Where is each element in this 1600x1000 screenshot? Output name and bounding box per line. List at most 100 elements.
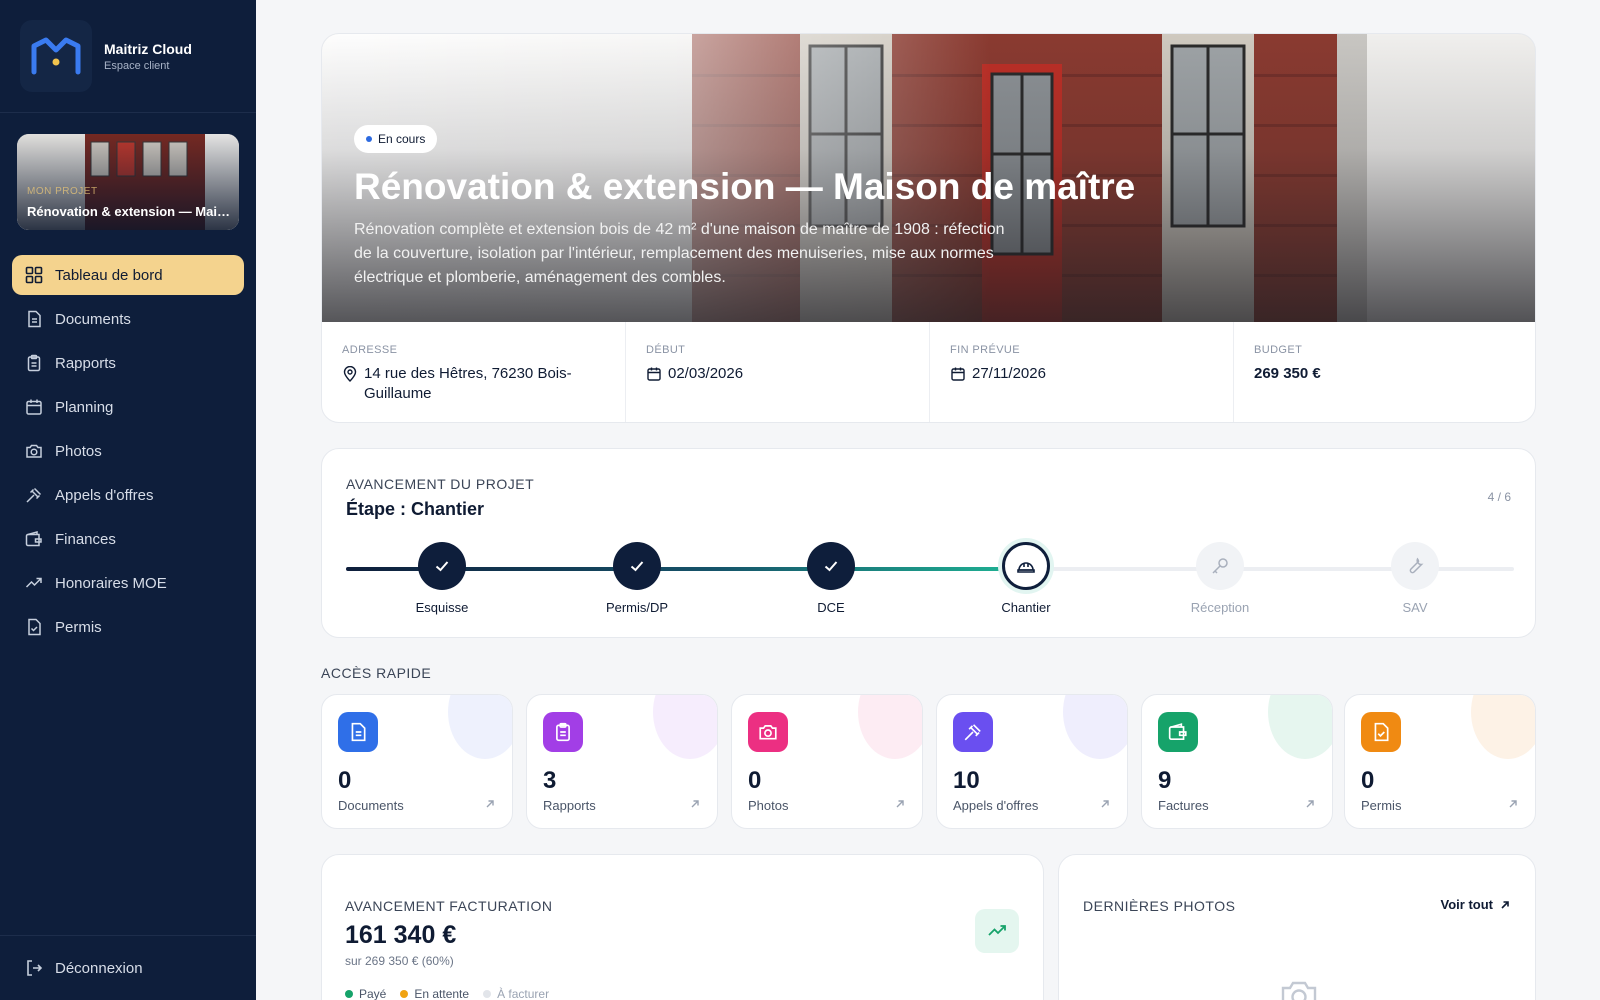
logout-button[interactable]: Déconnexion (0, 935, 256, 1000)
clipboard-icon (556, 722, 570, 742)
wallet-icon (25, 531, 42, 547)
start-label: DÉBUT (646, 344, 686, 356)
step-reception[interactable]: Réception (1191, 542, 1249, 615)
quick-card-count: 9 (1158, 767, 1172, 794)
end-label: FIN PRÉVUE (950, 344, 1021, 356)
logo-icon (20, 20, 92, 92)
arrow-up-right-icon (691, 800, 699, 808)
billing-progress: AVANCEMENT FACTURATION 161 340 € sur 269… (321, 854, 1044, 1000)
quick-card-documents[interactable]: 0 Documents (321, 694, 513, 829)
sidebar-item-label: Tableau de bord (55, 266, 163, 284)
sidebar-item-label: Finances (55, 530, 116, 548)
sidebar-item-planning[interactable]: Planning (12, 387, 244, 427)
brand: Maitriz Cloud Espace client (0, 0, 256, 113)
quick-card-label: Appels d'offres (953, 798, 1039, 813)
step-sav[interactable]: SAV (1390, 542, 1440, 615)
legend-item-to-invoice: À facturer (483, 987, 549, 1000)
quick-card-label: Factures (1158, 798, 1209, 813)
budget-label: BUDGET (1254, 344, 1303, 356)
photos-label: DERNIÈRES PHOTOS (1083, 898, 1236, 914)
dashboard-icon (25, 266, 43, 284)
quick-card-permis[interactable]: 0 Permis (1344, 694, 1536, 829)
step-name: DCE (817, 600, 845, 615)
quick-card-appels-offres[interactable]: 10 Appels d'offres (936, 694, 1128, 829)
billing-label: AVANCEMENT FACTURATION (345, 898, 553, 914)
legend-item-pending: En attente (400, 987, 469, 1000)
quick-card-label: Rapports (543, 798, 596, 813)
logout-icon (27, 960, 43, 976)
quick-card-label: Photos (748, 798, 789, 813)
quick-card-label: Documents (338, 798, 404, 813)
arrow-up-right-icon (1501, 900, 1509, 909)
quick-access-title: ACCÈS RAPIDE (321, 665, 432, 681)
project-progress: AVANCEMENT DU PROJET Étape : Chantier 4 … (321, 448, 1536, 638)
brand-name: Maitriz Cloud (104, 40, 192, 57)
progress-count: 4 / 6 (1487, 490, 1511, 504)
legend-item-paid: Payé (345, 987, 386, 1000)
project-card-label: MON PROJET (27, 186, 98, 197)
sidebar-item-permis[interactable]: Permis (12, 607, 244, 647)
project-hero: En cours Rénovation & extension — Maison… (321, 33, 1536, 423)
quick-card-count: 0 (1361, 767, 1375, 794)
project-info: ADRESSE 14 rue des Hêtres, 76230 Bois-Gu… (322, 322, 1535, 422)
address-cell: ADRESSE 14 rue des Hêtres, 76230 Bois-Gu… (322, 322, 626, 422)
document-icon (351, 722, 366, 742)
file-check-icon (1374, 722, 1389, 742)
sidebar-item-label: Rapports (55, 354, 116, 372)
map-pin-icon (343, 366, 357, 382)
step-esquisse[interactable]: Esquisse (416, 542, 468, 615)
sidebar-item-rapports[interactable]: Rapports (12, 343, 244, 383)
sidebar-item-finances[interactable]: Finances (12, 519, 244, 559)
address-label: ADRESSE (342, 344, 398, 356)
trend-icon (25, 577, 42, 588)
arrow-up-right-icon (486, 800, 494, 808)
arrow-up-right-icon (1509, 800, 1517, 808)
sidebar-item-appels-offres[interactable]: Appels d'offres (12, 475, 244, 515)
view-all-link[interactable]: Voir tout (1441, 897, 1511, 912)
sidebar-item-honoraires[interactable]: Honoraires MOE (12, 563, 244, 603)
project-title: Rénovation & extension — Maison de maîtr… (354, 166, 1136, 207)
clipboard-icon (27, 354, 41, 372)
step-dce[interactable]: DCE (806, 542, 856, 615)
start-value: 02/03/2026 (668, 365, 744, 382)
hard-hat-icon (1017, 562, 1035, 573)
camera-icon (26, 444, 42, 458)
step-name: SAV (1402, 600, 1428, 615)
sidebar-item-photos[interactable]: Photos (12, 431, 244, 471)
trend-icon (975, 909, 1019, 953)
arrow-up-right-icon (1101, 800, 1109, 808)
sidebar-item-label: Planning (55, 398, 114, 416)
step-permis[interactable]: Permis/DP (606, 542, 668, 615)
project-card[interactable]: MON PROJET Rénovation & extension — Mais… (17, 134, 239, 230)
view-all-label: Voir tout (1440, 897, 1493, 912)
end-cell: FIN PRÉVUE 27/11/2026 (930, 322, 1234, 422)
progress-stage: Étape : Chantier (346, 499, 485, 519)
latest-photos: DERNIÈRES PHOTOS Voir tout (1058, 854, 1536, 1000)
file-check-icon (28, 618, 41, 636)
arrow-up-right-icon (896, 800, 904, 808)
quick-card-count: 0 (748, 767, 762, 794)
step-name: Esquisse (415, 600, 469, 615)
sidebar: Maitriz Cloud Espace client MON PROJET R… (0, 0, 256, 1000)
sidebar-item-documents[interactable]: Documents (12, 299, 244, 339)
step-chantier[interactable]: Chantier (1001, 542, 1051, 615)
quick-card-factures[interactable]: 9 Factures (1141, 694, 1333, 829)
quick-card-photos[interactable]: 0 Photos (731, 694, 923, 829)
check-icon (435, 561, 449, 572)
step-name: Réception (1190, 600, 1250, 615)
billing-amount: 161 340 € (345, 921, 457, 949)
project-card-title: Rénovation & extension — Maison de maîtr… (27, 204, 232, 219)
budget-value: 269 350 € (1254, 365, 1321, 382)
quick-card-rapports[interactable]: 3 Rapports (526, 694, 718, 829)
billing-legend: Payé En attente À facturer (345, 987, 563, 1000)
address-value: 14 rue des Hêtres, 76230 Bois-Guillaume (364, 365, 572, 402)
sidebar-item-dashboard[interactable]: Tableau de bord (12, 255, 244, 295)
calendar-icon (951, 367, 965, 381)
sidebar-item-label: Honoraires MOE (55, 574, 167, 592)
step-name: Permis/DP (605, 600, 669, 615)
calendar-icon (26, 399, 42, 415)
sidebar-item-label: Documents (55, 310, 131, 328)
status-badge: En cours (354, 125, 438, 153)
status-badge-label: En cours (378, 132, 426, 146)
end-value: 27/11/2026 (972, 365, 1046, 382)
